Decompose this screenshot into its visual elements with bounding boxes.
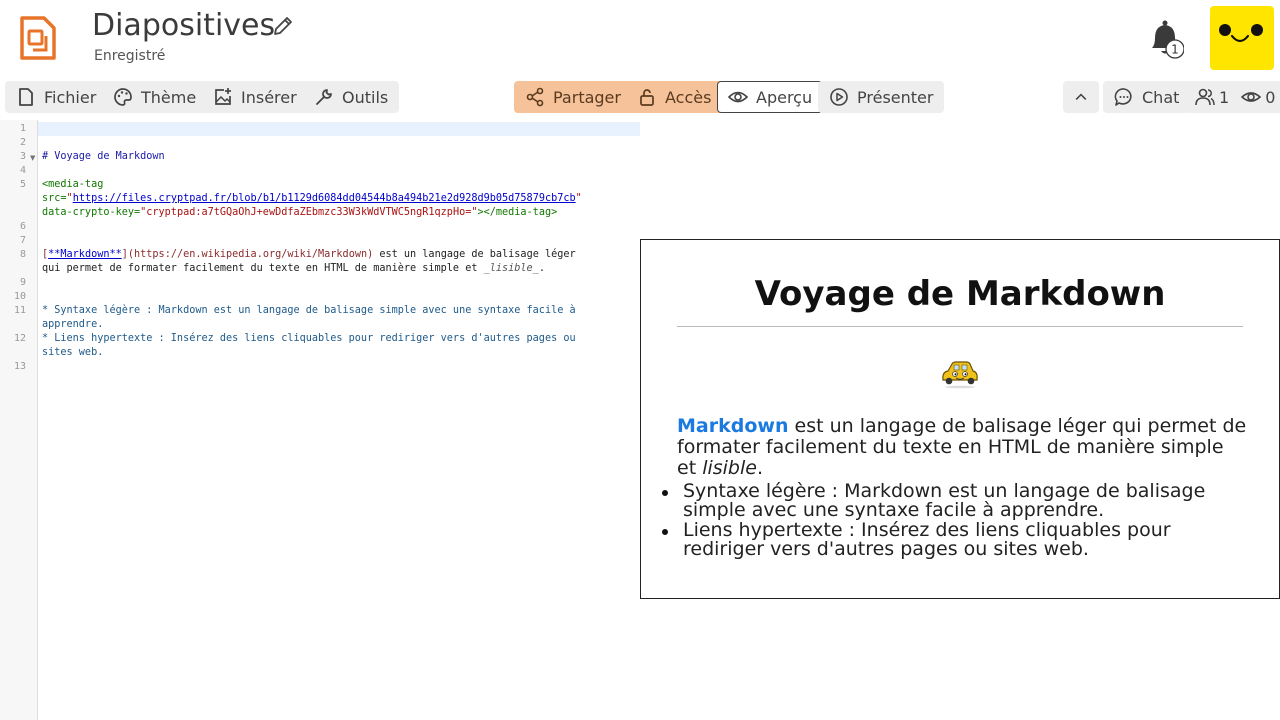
- code-line-paragraph-cont: qui permet de formater facilement du tex…: [42, 263, 545, 274]
- lock-icon: [640, 89, 654, 106]
- tools-menu-label: Outils: [342, 87, 389, 107]
- share-button[interactable]: Partager: [514, 81, 632, 113]
- users-count: 1: [1219, 87, 1230, 107]
- app-header: Diapositives Enregistré 1: [0, 0, 1280, 76]
- line-number: 2: [19, 137, 26, 148]
- slides-app-icon: [20, 16, 56, 60]
- code-attr: data-crypto-key=: [42, 207, 141, 218]
- viewers-count: 0: [1265, 87, 1276, 107]
- rename-pencil-icon[interactable]: [272, 15, 294, 37]
- markdown-link[interactable]: Markdown: [677, 415, 788, 437]
- chat-bubble-icon: [1114, 88, 1132, 106]
- collapse-toolbar-button[interactable]: [1063, 81, 1099, 113]
- save-status: Enregistré: [94, 48, 166, 64]
- present-label: Présenter: [857, 87, 934, 107]
- list-item: Liens hypertexte : Insérez des liens cli…: [662, 521, 1253, 559]
- code-string: "cryptpad:a7tGQaOhJ+ewDdfaZEbmzc33W3kWdV…: [140, 207, 478, 218]
- notification-count: 1: [1171, 43, 1179, 57]
- theme-menu-label: Thème: [141, 87, 197, 107]
- chat-button[interactable]: Chat: [1103, 81, 1191, 113]
- line-number: 3: [19, 151, 26, 162]
- toolbar: Fichier Thème Insérer Outils Partager Ac…: [0, 81, 1280, 113]
- code-attr: src=: [42, 193, 67, 204]
- line-number: 7: [19, 235, 26, 246]
- slide-title: Voyage de Markdown: [754, 274, 1166, 314]
- line-number-gutter: [0, 120, 38, 720]
- fold-arrow-icon[interactable]: ▼: [30, 154, 35, 162]
- emphasis-text: lisible: [702, 457, 757, 479]
- theme-menu-button[interactable]: Thème: [102, 81, 208, 113]
- slide-bullet-list: Syntaxe légère : Markdown est un langage…: [662, 482, 1253, 560]
- insert-menu-button[interactable]: Insérer: [202, 81, 308, 113]
- chevron-up-icon: [1075, 93, 1087, 100]
- access-label: Accès: [665, 87, 712, 107]
- code-line-media-key: data-crypto-key="cryptpad:a7tGQaOhJ+ewDd…: [42, 206, 557, 220]
- title-divider: [677, 326, 1243, 327]
- file-menu-label: Fichier: [44, 87, 97, 107]
- chat-label: Chat: [1142, 87, 1180, 107]
- slide-paragraph: Markdown est un langage de balisage lége…: [677, 415, 1247, 479]
- image-add-icon: [215, 88, 231, 105]
- code-tag-close: ></media-tag>: [477, 207, 558, 218]
- line-number: 6: [19, 221, 26, 232]
- users-icon: [1195, 88, 1215, 106]
- line-number: 11: [13, 305, 26, 316]
- active-line-highlight: [38, 122, 640, 136]
- code-line-paragraph: [**Markdown**](https://en.wikipedia.org/…: [42, 249, 576, 260]
- users-viewers-button[interactable]: 1 0: [1186, 81, 1280, 113]
- markdown-editor[interactable]: 1 2 3 ▼ 4 5 6 7 8 9 10 11 12 13 # Voyage…: [0, 120, 640, 720]
- slide-preview[interactable]: Voyage de Markdown Markdown est un langa…: [640, 239, 1280, 599]
- line-number: 1: [19, 123, 26, 134]
- share-icon: [526, 87, 544, 107]
- code-line-media-src: src="https://files.cryptpad.fr/blob/b1/b…: [42, 193, 582, 204]
- notification-bell-icon[interactable]: 1: [1146, 18, 1184, 62]
- preview-toggle-button[interactable]: Aperçu: [717, 81, 824, 113]
- line-number: 4: [19, 165, 26, 176]
- user-avatar[interactable]: [1210, 6, 1274, 70]
- list-item: Syntaxe légère : Markdown est un langage…: [662, 482, 1253, 520]
- eye-icon: [728, 91, 748, 103]
- smiley-face-icon: [1219, 24, 1263, 43]
- insert-menu-label: Insérer: [241, 87, 297, 107]
- code-line-list-item-cont: sites web.: [42, 347, 104, 358]
- line-number: 13: [13, 361, 26, 372]
- file-menu-button[interactable]: Fichier: [5, 81, 108, 113]
- tools-menu-button[interactable]: Outils: [303, 81, 400, 113]
- line-number: 5: [19, 179, 26, 190]
- code-line-list-item: * Syntaxe légère : Markdown est un langa…: [42, 305, 576, 316]
- code-line-media-tag-open: <media-tag: [42, 179, 104, 190]
- file-icon: [19, 88, 33, 106]
- line-number: 10: [13, 291, 26, 302]
- preview-label: Aperçu: [756, 87, 813, 107]
- code-link-text: **Markdown**: [48, 249, 122, 260]
- line-number: 8: [19, 249, 26, 260]
- present-button[interactable]: Présenter: [818, 81, 945, 113]
- wrench-icon: [316, 89, 332, 105]
- play-icon: [830, 88, 848, 106]
- line-number: 12: [13, 333, 26, 344]
- taxi-icon: [942, 361, 978, 389]
- line-number: 9: [19, 277, 26, 288]
- code-url-link: https://files.cryptpad.fr/blob/b1/b1129d…: [72, 193, 576, 204]
- code-link-url: (https://en.wikipedia.org/wiki/Markdown): [127, 249, 374, 260]
- access-button[interactable]: Accès: [626, 81, 723, 113]
- code-line-list-item-cont: apprendre.: [42, 319, 104, 330]
- eye-icon: [1241, 92, 1262, 102]
- code-line-list-item: * Liens hypertexte : Insérez des liens c…: [42, 333, 576, 344]
- code-emphasis: _lisible_: [483, 263, 539, 274]
- document-title[interactable]: Diapositives: [92, 8, 275, 43]
- code-line-heading: # Voyage de Markdown: [42, 151, 165, 162]
- share-label: Partager: [553, 87, 621, 107]
- palette-icon: [114, 88, 132, 106]
